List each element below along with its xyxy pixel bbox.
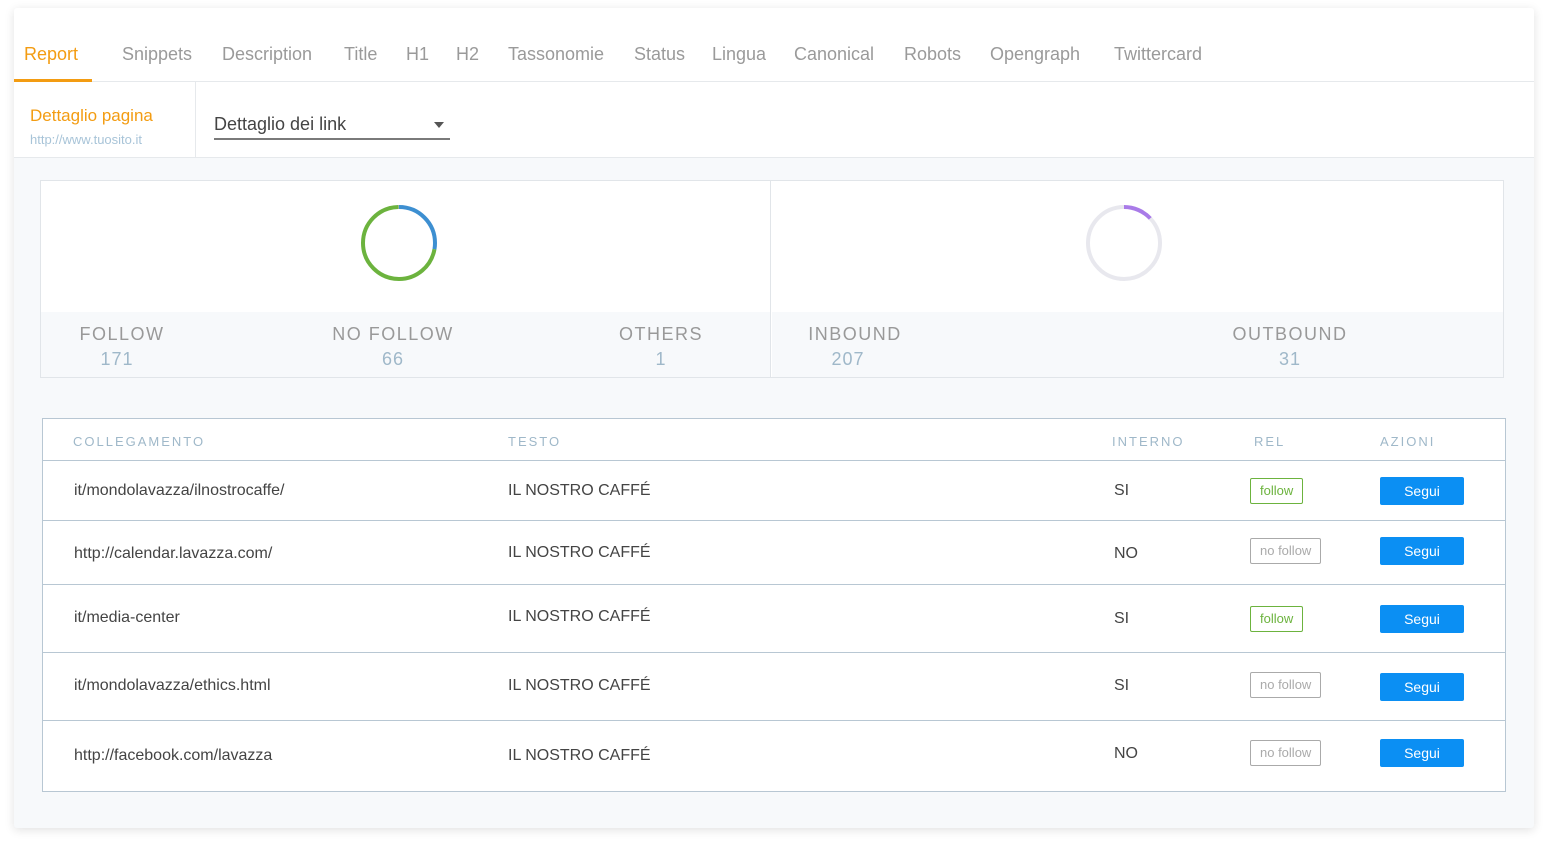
segui-button[interactable]: Segui — [1380, 739, 1464, 767]
detail-select-value: Dettaglio dei link — [214, 114, 347, 134]
stat-inbound-value: 207 — [831, 349, 865, 369]
rel-donut-chart — [361, 205, 437, 281]
link-stats: FOLLOW 171 NO FOLLOW 66 OTHERS 1 INBOUND… — [40, 180, 1504, 378]
stat-others-label: OTHERS — [619, 324, 704, 344]
tab-opengraph[interactable]: Opengraph — [990, 44, 1080, 65]
tab-h2[interactable]: H2 — [456, 44, 479, 65]
stat-follow-label: FOLLOW — [79, 324, 165, 344]
stat-follow: FOLLOW 171 — [79, 324, 165, 370]
cell-text: IL NOSTRO CAFFÉ — [508, 482, 651, 499]
table-row: it/media-center IL NOSTRO CAFFÉ SI follo… — [43, 585, 1505, 653]
rel-badge: no follow — [1250, 672, 1322, 698]
tab-bar: Report Snippets Description Title H1 H2 … — [14, 8, 1534, 82]
direction-stats-footer: INBOUND 207 OUTBOUND 31 — [772, 312, 1503, 377]
tab-description[interactable]: Description — [222, 44, 312, 65]
th-internal: INTERNO — [1112, 434, 1185, 449]
segui-button[interactable]: Segui — [1380, 477, 1464, 505]
cell-internal: NO — [1114, 545, 1138, 562]
rel-badge: follow — [1250, 478, 1304, 504]
cell-text: IL NOSTRO CAFFÉ — [508, 677, 651, 694]
segui-button[interactable]: Segui — [1380, 673, 1464, 701]
th-actions: AZIONI — [1380, 434, 1436, 449]
th-rel: REL — [1254, 434, 1286, 449]
tab-h1[interactable]: H1 — [406, 44, 429, 65]
cell-internal: SI — [1114, 610, 1130, 627]
direction-donut-chart — [1086, 205, 1162, 281]
stat-inbound: INBOUND 207 — [806, 324, 904, 370]
cell-internal: SI — [1114, 677, 1130, 694]
direction-stats-panel: INBOUND 207 OUTBOUND 31 — [772, 181, 1503, 377]
page-detail-title: Dettaglio pagina — [30, 106, 153, 125]
cell-link[interactable]: it/media-center — [74, 609, 180, 627]
tab-lingua[interactable]: Lingua — [712, 44, 766, 65]
page-detail: Dettaglio pagina http://www.tuosito.it — [14, 82, 196, 158]
segui-button[interactable]: Segui — [1380, 605, 1464, 633]
link-report-card: Report Snippets Description Title H1 H2 … — [14, 8, 1534, 828]
cell-link[interactable]: it/mondolavazza/ilnostrocaffe/ — [74, 482, 284, 500]
rel-stats-panel: FOLLOW 171 NO FOLLOW 66 OTHERS 1 — [41, 181, 771, 377]
stat-outbound-label: OUTBOUND — [1232, 324, 1348, 344]
cell-text: IL NOSTRO CAFFÉ — [508, 608, 651, 625]
rel-badge: no follow — [1250, 538, 1322, 564]
th-text: TESTO — [508, 434, 562, 449]
stat-follow-value: 171 — [100, 349, 134, 369]
tab-title[interactable]: Title — [344, 44, 377, 65]
stat-inbound-label: INBOUND — [808, 324, 902, 344]
cell-text: IL NOSTRO CAFFÉ — [508, 544, 651, 561]
table-row: http://facebook.com/lavazza IL NOSTRO CA… — [43, 721, 1505, 791]
table-row: it/mondolavazza/ethics.html IL NOSTRO CA… — [43, 653, 1505, 721]
stat-nofollow-label: NO FOLLOW — [332, 324, 454, 344]
stat-outbound: OUTBOUND 31 — [1230, 324, 1350, 370]
tab-twittercard[interactable]: Twittercard — [1114, 44, 1202, 65]
stat-outbound-value: 31 — [1278, 349, 1302, 369]
detail-select[interactable]: Dettaglio dei link — [214, 102, 450, 140]
cell-internal: NO — [1114, 745, 1138, 762]
stat-nofollow: NO FOLLOW 66 — [331, 324, 455, 370]
tab-tassonomie[interactable]: Tassonomie — [508, 44, 604, 65]
links-table: COLLEGAMENTO TESTO INTERNO REL AZIONI it… — [42, 418, 1506, 792]
page-detail-url[interactable]: http://www.tuosito.it — [30, 132, 142, 147]
stat-others-value: 1 — [655, 349, 667, 369]
table-header: COLLEGAMENTO TESTO INTERNO REL AZIONI — [43, 419, 1505, 461]
table-row: it/mondolavazza/ilnostrocaffe/ IL NOSTRO… — [43, 461, 1505, 521]
cell-link[interactable]: http://calendar.lavazza.com/ — [74, 545, 272, 563]
rel-badge: no follow — [1250, 740, 1322, 766]
cell-link[interactable]: it/mondolavazza/ethics.html — [74, 677, 271, 695]
tab-report[interactable]: Report — [24, 44, 78, 65]
stat-nofollow-value: 66 — [381, 349, 405, 369]
cell-link[interactable]: http://facebook.com/lavazza — [74, 747, 272, 765]
stat-others: OTHERS 1 — [619, 324, 703, 370]
chevron-down-icon — [434, 122, 444, 128]
subheader: Dettaglio pagina http://www.tuosito.it D… — [14, 82, 1534, 158]
tab-canonical[interactable]: Canonical — [794, 44, 874, 65]
rel-stats-footer: FOLLOW 171 NO FOLLOW 66 OTHERS 1 — [41, 312, 770, 377]
table-row: http://calendar.lavazza.com/ IL NOSTRO C… — [43, 521, 1505, 585]
cell-text: IL NOSTRO CAFFÉ — [508, 747, 651, 764]
tab-robots[interactable]: Robots — [904, 44, 961, 65]
cell-internal: SI — [1114, 482, 1130, 499]
rel-badge: follow — [1250, 606, 1304, 632]
th-link: COLLEGAMENTO — [73, 434, 206, 449]
segui-button[interactable]: Segui — [1380, 537, 1464, 565]
tab-snippets[interactable]: Snippets — [122, 44, 192, 65]
tab-status[interactable]: Status — [634, 44, 685, 65]
